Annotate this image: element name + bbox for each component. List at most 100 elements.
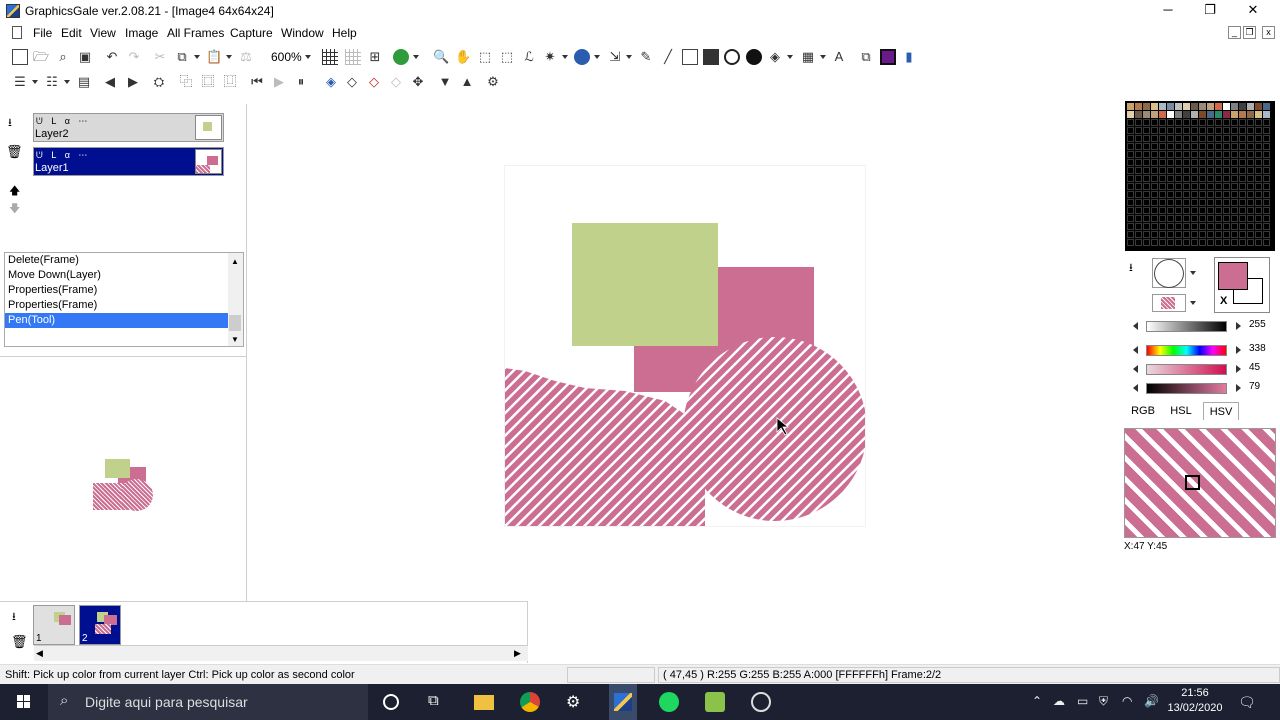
palette-window-icon[interactable] (880, 49, 896, 65)
palette-swatch[interactable] (1207, 215, 1214, 222)
palette-swatch[interactable] (1159, 231, 1166, 238)
palette-swatch[interactable] (1143, 215, 1150, 222)
scroll-thumb[interactable] (229, 315, 241, 331)
layer-row[interactable]: ᕫ ᒪ α ⋯ Layer2 (33, 113, 224, 142)
history-list[interactable]: Delete(Frame) Move Down(Layer) Propertie… (4, 252, 244, 347)
palette-swatch[interactable] (1247, 135, 1254, 142)
palette-swatch[interactable] (1215, 119, 1222, 126)
palette-swatch[interactable] (1159, 119, 1166, 126)
palette-swatch[interactable] (1247, 143, 1254, 150)
delete-frame-icon[interactable]: ▤ (76, 74, 92, 90)
palette-swatch[interactable] (1255, 175, 1262, 182)
palette-swatch[interactable] (1143, 231, 1150, 238)
mdi-minimize-button[interactable]: _ (1228, 26, 1241, 39)
palette-swatch[interactable] (1223, 143, 1230, 150)
palette-swatch[interactable] (1143, 143, 1150, 150)
palette-swatch[interactable] (1143, 175, 1150, 182)
menu-edit[interactable]: Edit (61, 26, 82, 40)
palette-swatch[interactable] (1135, 111, 1142, 118)
color-palette[interactable] (1125, 101, 1275, 251)
palette-swatch[interactable] (1167, 111, 1174, 118)
paste-icon[interactable]: 📋 (206, 49, 222, 65)
layer-row-selected[interactable]: ᕫ ᒪ α ⋯ Layer1 (33, 147, 224, 176)
palette-swatch[interactable] (1247, 231, 1254, 238)
palette-swatch[interactable] (1223, 223, 1230, 230)
history-scrollbar[interactable]: ▲ ▼ (228, 253, 243, 346)
palette-swatch[interactable] (1255, 167, 1262, 174)
palette-swatch[interactable] (1159, 159, 1166, 166)
palette-swatch[interactable] (1207, 231, 1214, 238)
frame-import-icon[interactable]: ⭳ (12, 608, 16, 627)
palette-swatch[interactable] (1151, 207, 1158, 214)
cloud-icon[interactable]: ☁ (1053, 694, 1065, 708)
palette-swatch[interactable] (1239, 199, 1246, 206)
palette-swatch[interactable] (1239, 167, 1246, 174)
chevron-down-icon[interactable] (64, 80, 70, 84)
palette-swatch[interactable] (1199, 167, 1206, 174)
volume-icon[interactable]: 🔊 (1144, 694, 1159, 708)
cut-icon[interactable]: ✂ (152, 49, 168, 65)
scroll-down-icon[interactable]: ▼ (231, 335, 239, 344)
palette-swatch[interactable] (1215, 191, 1222, 198)
flood-fill-icon[interactable]: ◈ (767, 49, 783, 65)
chevron-down-icon[interactable] (820, 55, 826, 59)
tab-hsv[interactable]: HSV (1203, 402, 1239, 420)
first-frame-icon[interactable]: ⏮ (249, 74, 265, 90)
color-swatch-box[interactable]: X (1214, 257, 1270, 313)
palette-swatch[interactable] (1135, 231, 1142, 238)
palette-swatch[interactable] (1215, 231, 1222, 238)
palette-swatch[interactable] (1191, 167, 1198, 174)
chevron-down-icon[interactable] (594, 55, 600, 59)
palette-swatch[interactable] (1223, 151, 1230, 158)
palette-swatch[interactable] (1207, 127, 1214, 134)
palette-swatch[interactable] (1175, 127, 1182, 134)
palette-swatch[interactable] (1151, 103, 1158, 110)
palette-swatch[interactable] (1231, 167, 1238, 174)
line-tool-icon[interactable]: ╱ (660, 49, 676, 65)
palette-swatch[interactable] (1215, 143, 1222, 150)
frame-thumbnail[interactable]: 1 (33, 605, 75, 645)
palette-swatch[interactable] (1215, 127, 1222, 134)
palette-swatch[interactable] (1175, 175, 1182, 182)
chevron-down-icon[interactable] (413, 55, 419, 59)
palette-swatch[interactable] (1263, 191, 1270, 198)
palette-swatch[interactable] (1167, 191, 1174, 198)
palette-swatch[interactable] (1199, 127, 1206, 134)
palette-swatch[interactable] (1255, 199, 1262, 206)
palette-swatch[interactable] (1231, 135, 1238, 142)
palette-swatch[interactable] (1167, 231, 1174, 238)
palette-swatch[interactable] (1247, 167, 1254, 174)
chevron-right-icon[interactable] (1236, 346, 1241, 354)
palette-swatch[interactable] (1207, 199, 1214, 206)
palette-swatch[interactable] (1159, 215, 1166, 222)
palette-swatch[interactable] (1127, 167, 1134, 174)
key-disabled-icon[interactable]: ◇ (388, 74, 404, 90)
zoom-tool-icon[interactable]: 🔍 (433, 49, 449, 65)
palette-swatch[interactable] (1247, 119, 1254, 126)
palette-swatch[interactable] (1263, 159, 1270, 166)
tile-icon[interactable]: ⊞ (367, 49, 383, 65)
palette-swatch[interactable] (1263, 103, 1270, 110)
palette-swatch[interactable] (1143, 159, 1150, 166)
ellipse-tool-icon[interactable] (724, 49, 740, 65)
frame-options-icon[interactable]: ☷ (44, 74, 60, 90)
palette-swatch[interactable] (1263, 215, 1270, 222)
chevron-down-icon[interactable] (226, 55, 232, 59)
palette-swatch[interactable] (1151, 135, 1158, 142)
palette-swatch[interactable] (1159, 167, 1166, 174)
palette-swatch[interactable] (1223, 231, 1230, 238)
palette-swatch[interactable] (1175, 167, 1182, 174)
task-view-icon[interactable]: ⧉ (428, 692, 448, 712)
palette-swatch[interactable] (1199, 143, 1206, 150)
system-clock[interactable]: 21:56 13/02/2020 (1160, 686, 1230, 716)
palette-swatch[interactable] (1231, 143, 1238, 150)
palette-swatch[interactable] (1247, 159, 1254, 166)
rect-select-icon[interactable]: ⬚ (477, 49, 493, 65)
palette-swatch[interactable] (1255, 223, 1262, 230)
dropper-icon[interactable]: ▮ (901, 49, 917, 65)
palette-swatch[interactable] (1255, 207, 1262, 214)
palette-swatch[interactable] (1151, 159, 1158, 166)
palette-swatch[interactable] (1231, 183, 1238, 190)
palette-swatch[interactable] (1255, 151, 1262, 158)
brush-shape-icon[interactable] (574, 49, 590, 65)
